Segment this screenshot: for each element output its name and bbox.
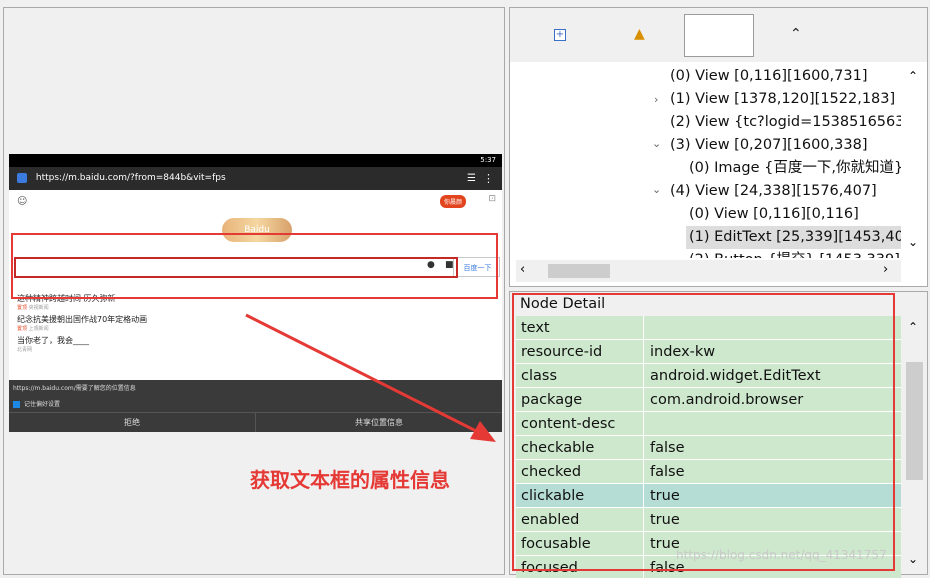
scroll-thumb[interactable] [906,362,923,480]
news-tag: 置顶 [17,305,28,311]
search-box[interactable] [684,14,754,57]
ui-hierarchy-tree[interactable]: (0) View [0,116][1600,731] › (1) View [1… [516,63,901,258]
annotation-arrow [245,313,496,442]
scroll-down-icon[interactable]: ⌄ [908,235,918,249]
watermark: https://blog.csdn.net/qq_41341757 [676,548,887,562]
status-time: 5:37 [480,156,496,164]
annotation-text: 获取文本框的属性信息 [250,468,450,492]
scroll-thumb[interactable] [548,264,610,278]
scroll-left-icon[interactable]: ‹ [520,262,525,277]
uiautomator-viewer: 5:37 https://m.baidu.com/?from=844b&vit=… [0,0,930,578]
tree-node[interactable]: (2) Button {提交} [1453,339][1 [689,249,901,258]
scroll-up-icon[interactable]: ⌃ [908,320,918,334]
deny-button[interactable]: 拒绝 [9,413,256,432]
chevron-down-icon[interactable]: ⌄ [652,183,661,196]
user-icon[interactable]: ☺ [17,196,27,207]
toolbar: + ▲ ⌃ [510,8,927,62]
news-source: 央视新闻 [28,305,49,311]
browser-url-bar[interactable]: https://m.baidu.com/?from=844b&vit=fps ☰… [9,167,502,190]
more-icon[interactable]: ⋮ [483,167,494,190]
scroll-up-icon[interactable]: ⌃ [908,69,918,83]
tree-node-selected[interactable]: (1) EditText [25,339][1453,405 [686,226,901,249]
chevron-right-icon[interactable]: › [654,93,658,106]
favicon-icon [17,172,27,183]
scroll-down-icon[interactable]: ⌄ [908,552,918,566]
tree-horizontal-scrollbar[interactable]: ‹ › [516,260,901,282]
app-icon[interactable]: ⊡ [488,194,496,204]
status-bar: 5:37 [9,154,502,167]
scroll-right-icon[interactable]: › [883,262,888,277]
remember-label: 记住偏好设置 [24,401,61,408]
hierarchy-pane: + ▲ ⌃ (0) View [0,116][1600,731] › (1) V… [509,7,928,287]
detail-vertical-scrollbar[interactable]: ⌃ ⌄ [901,316,927,574]
tree-vertical-scrollbar[interactable]: ⌃ ⌄ [901,63,927,258]
expand-all-icon[interactable]: + [554,29,566,41]
tree-node[interactable]: (0) View [0,116][1600,731] [670,65,868,88]
selected-node-box [14,257,458,278]
tree-node[interactable]: (1) View [1378,120][1522,183] [670,88,895,111]
chevron-down-icon[interactable]: ⌄ [652,137,661,150]
chevron-up-icon[interactable]: ⌃ [790,26,802,42]
detail-highlight-box [512,293,895,571]
tree-node[interactable]: (3) View [0,207][1600,338] [670,134,868,157]
tree-node[interactable]: (0) View [0,116][0,116] [689,203,859,226]
warning-icon[interactable]: ▲ [634,26,645,42]
tree-node[interactable]: (0) Image {百度一下,你就知道} [689,157,901,180]
tree-node[interactable]: (2) View {tc?logid=1538516563& [670,111,901,134]
tabs-icon[interactable]: ☰ [467,167,476,190]
news-source: 上观新闻 [28,326,49,332]
checkbox-icon[interactable] [13,401,20,408]
promo-badge[interactable]: 你晨颜 [439,195,466,208]
tree-node[interactable]: (4) View [24,338][1576,407] [670,180,877,203]
news-source: 北青网 [17,347,33,353]
url-text[interactable]: https://m.baidu.com/?from=844b&vit=fps [36,173,226,183]
news-tag: 置顶 [17,326,28,332]
